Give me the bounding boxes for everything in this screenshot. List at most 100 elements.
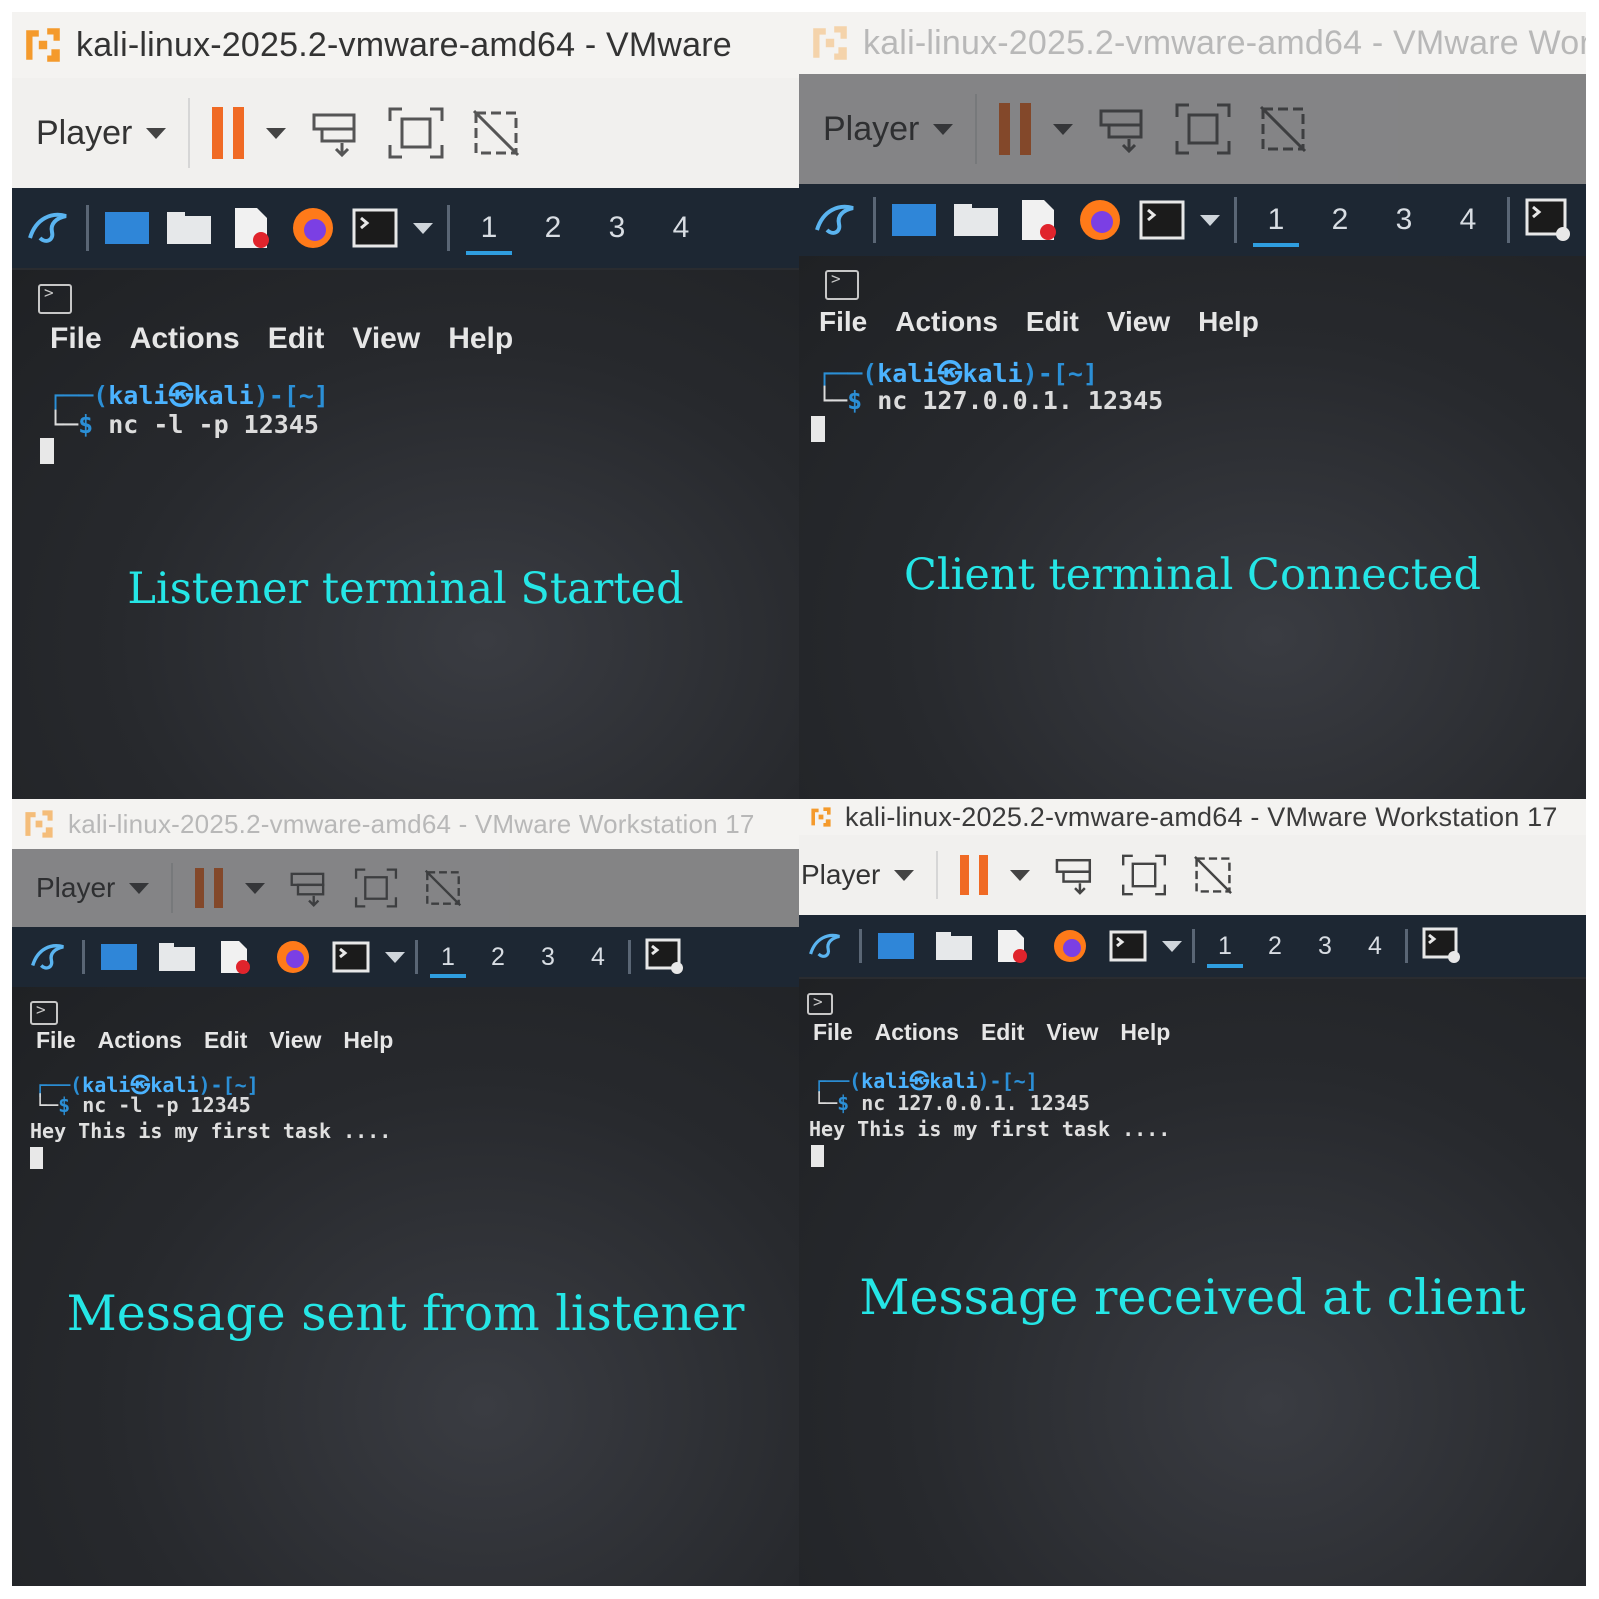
- fit-guest-icon[interactable]: [353, 866, 399, 910]
- menu-file[interactable]: File: [36, 1027, 76, 1054]
- desktop-icon[interactable]: [890, 198, 938, 242]
- kali-dragon-icon[interactable]: [801, 924, 849, 968]
- kali-dragon-icon[interactable]: [811, 198, 859, 242]
- file-manager-icon[interactable]: [153, 935, 201, 979]
- send-ctrl-alt-del-icon[interactable]: [1052, 852, 1098, 898]
- chevron-down-icon[interactable]: [385, 951, 405, 963]
- pause-button[interactable]: [195, 868, 224, 908]
- workspace-1[interactable]: 1: [1205, 920, 1245, 972]
- menu-edit[interactable]: Edit: [268, 322, 325, 356]
- menu-view[interactable]: View: [1046, 1019, 1098, 1046]
- terminal-window[interactable]: File Actions Edit View Help ┌──(kali㉿kal…: [799, 979, 1586, 1586]
- window-title: kali-linux-2025.2-vmware-amd64 - VMware …: [863, 23, 1586, 62]
- menu-file[interactable]: File: [813, 1019, 853, 1046]
- unity-mode-icon[interactable]: [468, 105, 524, 161]
- firefox-icon[interactable]: [1046, 924, 1094, 968]
- pause-dropdown-icon[interactable]: [1010, 869, 1031, 881]
- workspace-1[interactable]: 1: [464, 197, 514, 259]
- menu-edit[interactable]: Edit: [981, 1019, 1024, 1046]
- pause-button[interactable]: [999, 103, 1032, 155]
- menu-help[interactable]: Help: [1198, 306, 1259, 338]
- firefox-icon[interactable]: [1076, 198, 1124, 242]
- terminal-window[interactable]: File Actions Edit View Help ┌──(kali㉿kal…: [799, 256, 1586, 799]
- chevron-down-icon[interactable]: [1200, 214, 1220, 226]
- kali-dragon-icon[interactable]: [24, 935, 72, 979]
- text-editor-icon[interactable]: [211, 935, 259, 979]
- terminal-launcher-icon[interactable]: [1104, 924, 1152, 968]
- firefox-icon[interactable]: [289, 206, 337, 250]
- send-ctrl-alt-del-icon[interactable]: [1095, 101, 1151, 157]
- workspace-1[interactable]: 1: [428, 932, 468, 982]
- workspace-4[interactable]: 4: [578, 932, 618, 982]
- menu-view[interactable]: View: [1107, 306, 1170, 338]
- workspace-2[interactable]: 2: [478, 932, 518, 982]
- terminal-menubar: File Actions Edit View Help: [36, 1027, 393, 1054]
- chevron-down-icon[interactable]: [413, 222, 433, 234]
- menu-view[interactable]: View: [269, 1027, 321, 1054]
- workspace-3[interactable]: 3: [592, 197, 642, 259]
- kali-dragon-icon[interactable]: [24, 206, 72, 250]
- text-editor-icon[interactable]: [988, 924, 1036, 968]
- file-manager-icon[interactable]: [952, 198, 1000, 242]
- desktop-icon[interactable]: [95, 935, 143, 979]
- workspace-1[interactable]: 1: [1251, 189, 1301, 251]
- unity-mode-icon[interactable]: [1190, 852, 1236, 898]
- workspace-2[interactable]: 2: [1255, 920, 1295, 972]
- workspace-3[interactable]: 3: [1305, 920, 1345, 972]
- terminal-taskbar-icon[interactable]: [641, 935, 689, 979]
- pause-dropdown-icon[interactable]: [266, 127, 287, 139]
- menu-actions[interactable]: Actions: [875, 1019, 959, 1046]
- terminal-window[interactable]: File Actions Edit View Help ┌──(kali㉿kal…: [12, 270, 799, 799]
- firefox-icon[interactable]: [269, 935, 317, 979]
- pause-dropdown-icon[interactable]: [1053, 123, 1074, 135]
- window-titlebar: kali-linux-2025.2-vmware-amd64 - VMware: [12, 12, 799, 78]
- terminal-cursor: [40, 438, 54, 464]
- workspace-4[interactable]: 4: [1443, 189, 1493, 251]
- desktop-icon[interactable]: [872, 924, 920, 968]
- terminal-launcher-icon[interactable]: [351, 206, 399, 250]
- menu-help[interactable]: Help: [448, 322, 513, 356]
- send-ctrl-alt-del-icon[interactable]: [308, 105, 364, 161]
- text-editor-icon[interactable]: [227, 206, 275, 250]
- terminal-launcher-icon[interactable]: [327, 935, 375, 979]
- terminal-window[interactable]: File Actions Edit View Help ┌──(kali㉿kal…: [12, 987, 799, 1586]
- menu-actions[interactable]: Actions: [895, 306, 998, 338]
- unity-mode-icon[interactable]: [1255, 101, 1311, 157]
- pause-button[interactable]: [960, 855, 989, 895]
- fit-guest-icon[interactable]: [1120, 852, 1168, 898]
- pause-button[interactable]: [212, 107, 245, 159]
- workspace-2[interactable]: 2: [528, 197, 578, 259]
- menu-file[interactable]: File: [819, 306, 867, 338]
- send-ctrl-alt-del-icon[interactable]: [287, 866, 331, 910]
- workspace-4[interactable]: 4: [656, 197, 706, 259]
- menu-edit[interactable]: Edit: [204, 1027, 247, 1054]
- shell-prompt: ┌──(kali㉿kali)-[~]: [813, 1069, 1038, 1093]
- menu-actions[interactable]: Actions: [130, 322, 240, 356]
- menu-help[interactable]: Help: [1120, 1019, 1170, 1046]
- fit-guest-icon[interactable]: [1173, 101, 1233, 157]
- chevron-down-icon[interactable]: [1162, 940, 1182, 952]
- terminal-taskbar-icon[interactable]: [1524, 198, 1572, 242]
- menu-help[interactable]: Help: [343, 1027, 393, 1054]
- file-manager-icon[interactable]: [165, 206, 213, 250]
- player-menu-button[interactable]: Player: [36, 872, 150, 904]
- workspace-2[interactable]: 2: [1315, 189, 1365, 251]
- unity-mode-icon[interactable]: [421, 866, 465, 910]
- player-menu-button[interactable]: Player: [801, 859, 915, 891]
- menu-edit[interactable]: Edit: [1026, 306, 1079, 338]
- workspace-4[interactable]: 4: [1355, 920, 1395, 972]
- player-menu-button[interactable]: Player: [823, 110, 954, 149]
- desktop-icon[interactable]: [103, 206, 151, 250]
- text-editor-icon[interactable]: [1014, 198, 1062, 242]
- menu-file[interactable]: File: [50, 322, 102, 356]
- file-manager-icon[interactable]: [930, 924, 978, 968]
- menu-actions[interactable]: Actions: [98, 1027, 182, 1054]
- menu-view[interactable]: View: [352, 322, 420, 356]
- fit-guest-icon[interactable]: [386, 105, 446, 161]
- terminal-taskbar-icon[interactable]: [1418, 924, 1466, 968]
- pause-dropdown-icon[interactable]: [245, 882, 266, 894]
- terminal-launcher-icon[interactable]: [1138, 198, 1186, 242]
- player-menu-button[interactable]: Player: [36, 114, 167, 153]
- workspace-3[interactable]: 3: [1379, 189, 1429, 251]
- workspace-3[interactable]: 3: [528, 932, 568, 982]
